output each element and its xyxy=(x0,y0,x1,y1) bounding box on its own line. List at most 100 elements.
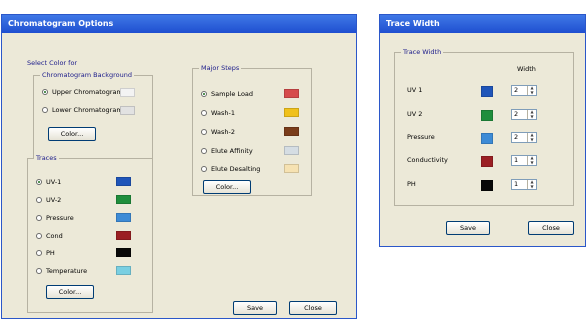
trace-width-group: Trace Width Width UV 1 2 ▲ ▼ UV 2 2 ▲ ▼ Pr… xyxy=(394,48,574,206)
radio-step-sample-load[interactable]: Sample Load xyxy=(201,89,253,99)
down-arrow-icon[interactable]: ▼ xyxy=(528,184,536,190)
traces-group: Traces UV-1 UV-2 Pressure Cond PH Temper… xyxy=(27,154,153,313)
stepper-value[interactable]: 1 xyxy=(512,180,527,189)
uv2-width-stepper[interactable]: 2 ▲ ▼ xyxy=(511,109,537,120)
ph-width-stepper[interactable]: 1 ▲ ▼ xyxy=(511,179,537,190)
background-group-title: Chromatogram Background xyxy=(40,71,134,79)
radio-label: Wash-2 xyxy=(211,128,235,136)
radio-trace-ph[interactable]: PH xyxy=(36,248,55,258)
elute-affinity-color-swatch xyxy=(284,146,299,155)
stepper-value[interactable]: 2 xyxy=(512,110,527,119)
radio-trace-cond[interactable]: Cond xyxy=(36,231,63,241)
down-arrow-icon[interactable]: ▼ xyxy=(528,114,536,120)
radio-button[interactable] xyxy=(201,166,207,172)
radio-step-wash2[interactable]: Wash-2 xyxy=(201,127,235,137)
radio-label: Wash-1 xyxy=(211,109,235,117)
title-bar: Trace Width xyxy=(380,15,585,33)
radio-button[interactable] xyxy=(36,197,42,203)
radio-label: Cond xyxy=(46,232,63,240)
radio-label: Elute Desalting xyxy=(211,165,261,173)
uv1-color-swatch xyxy=(481,86,493,97)
conductivity-width-stepper[interactable]: 1 ▲ ▼ xyxy=(511,155,537,166)
radio-button[interactable] xyxy=(201,110,207,116)
close-button[interactable]: Close xyxy=(289,301,337,315)
ph-color-swatch xyxy=(481,180,493,191)
trace-label-pressure: Pressure xyxy=(407,133,435,141)
wash2-color-swatch xyxy=(284,127,299,136)
background-group: Chromatogram Background Upper Chromatogr… xyxy=(33,71,153,159)
pressure-color-swatch xyxy=(481,133,493,144)
major-steps-color-button[interactable]: Color... xyxy=(203,180,251,194)
trace-label-uv1: UV 1 xyxy=(407,86,423,94)
radio-button[interactable] xyxy=(36,250,42,256)
trace-width-group-title: Trace Width xyxy=(401,48,444,56)
lower-background-swatch xyxy=(120,106,135,115)
stepper-value[interactable]: 2 xyxy=(512,86,527,95)
uv2-color-swatch xyxy=(481,110,493,121)
pressure-color-swatch xyxy=(116,213,131,222)
down-arrow-icon[interactable]: ▼ xyxy=(528,160,536,166)
spin-buttons[interactable]: ▲ ▼ xyxy=(527,156,536,165)
radio-label: Upper Chromatogram xyxy=(52,88,123,96)
down-arrow-icon[interactable]: ▼ xyxy=(528,137,536,143)
radio-lower-chromatogram[interactable]: Lower Chromatogram xyxy=(42,105,123,115)
radio-button[interactable] xyxy=(36,268,42,274)
spin-buttons[interactable]: ▲ ▼ xyxy=(527,133,536,142)
uv2-color-swatch xyxy=(116,195,131,204)
radio-step-elute-desalting[interactable]: Elute Desalting xyxy=(201,164,260,174)
major-steps-group-title: Major Steps xyxy=(199,64,242,72)
uv1-width-stepper[interactable]: 2 ▲ ▼ xyxy=(511,85,537,96)
close-button[interactable]: Close xyxy=(528,221,574,235)
radio-label: Pressure xyxy=(46,214,74,222)
title-bar: Chromatogram Options xyxy=(2,15,356,33)
width-column-header: Width xyxy=(517,65,536,73)
spin-buttons[interactable]: ▲ ▼ xyxy=(527,110,536,119)
radio-button[interactable] xyxy=(201,129,207,135)
radio-button[interactable] xyxy=(201,148,207,154)
chromatogram-options-window: Chromatogram Options Select Color for Ch… xyxy=(1,14,357,319)
stepper-value[interactable]: 1 xyxy=(512,156,527,165)
save-button[interactable]: Save xyxy=(233,301,277,315)
radio-label: PH xyxy=(46,249,55,257)
radio-label: Temperature xyxy=(46,267,88,275)
window-title: Trace Width xyxy=(386,19,440,28)
radio-label: Elute Affinity xyxy=(211,147,253,155)
temperature-color-swatch xyxy=(116,266,131,275)
radio-trace-pressure[interactable]: Pressure xyxy=(36,213,74,223)
cond-color-swatch xyxy=(116,231,131,240)
radio-button[interactable] xyxy=(36,233,42,239)
radio-button[interactable] xyxy=(36,215,42,221)
elute-desalting-color-swatch xyxy=(284,164,299,173)
upper-background-swatch xyxy=(120,88,135,97)
pressure-width-stepper[interactable]: 2 ▲ ▼ xyxy=(511,132,537,143)
stepper-value[interactable]: 2 xyxy=(512,133,527,142)
radio-button[interactable] xyxy=(36,179,42,185)
radio-label: Sample Load xyxy=(211,90,254,98)
background-color-button[interactable]: Color... xyxy=(48,127,96,141)
uv1-color-swatch xyxy=(116,177,131,186)
major-steps-group: Major Steps Sample Load Wash-1 Wash-2 El… xyxy=(192,64,312,196)
window-title: Chromatogram Options xyxy=(8,19,114,28)
radio-upper-chromatogram[interactable]: Upper Chromatogram xyxy=(42,87,123,97)
radio-button[interactable] xyxy=(42,107,48,113)
down-arrow-icon[interactable]: ▼ xyxy=(528,90,536,96)
trace-label-ph: PH xyxy=(407,180,416,188)
traces-group-title: Traces xyxy=(34,154,59,162)
save-button[interactable]: Save xyxy=(446,221,490,235)
radio-step-elute-affinity[interactable]: Elute Affinity xyxy=(201,146,253,156)
wash1-color-swatch xyxy=(284,108,299,117)
radio-trace-uv2[interactable]: UV-2 xyxy=(36,195,61,205)
radio-step-wash1[interactable]: Wash-1 xyxy=(201,108,235,118)
spin-buttons[interactable]: ▲ ▼ xyxy=(527,180,536,189)
radio-label: UV-1 xyxy=(46,178,62,186)
radio-button[interactable] xyxy=(201,91,207,97)
conductivity-color-swatch xyxy=(481,156,493,167)
spin-buttons[interactable]: ▲ ▼ xyxy=(527,86,536,95)
ph-color-swatch xyxy=(116,248,131,257)
radio-trace-uv1[interactable]: UV-1 xyxy=(36,177,61,187)
radio-button[interactable] xyxy=(42,89,48,95)
radio-label: UV-2 xyxy=(46,196,62,204)
radio-trace-temperature[interactable]: Temperature xyxy=(36,266,87,276)
sample-load-color-swatch xyxy=(284,89,299,98)
traces-color-button[interactable]: Color... xyxy=(46,285,94,299)
